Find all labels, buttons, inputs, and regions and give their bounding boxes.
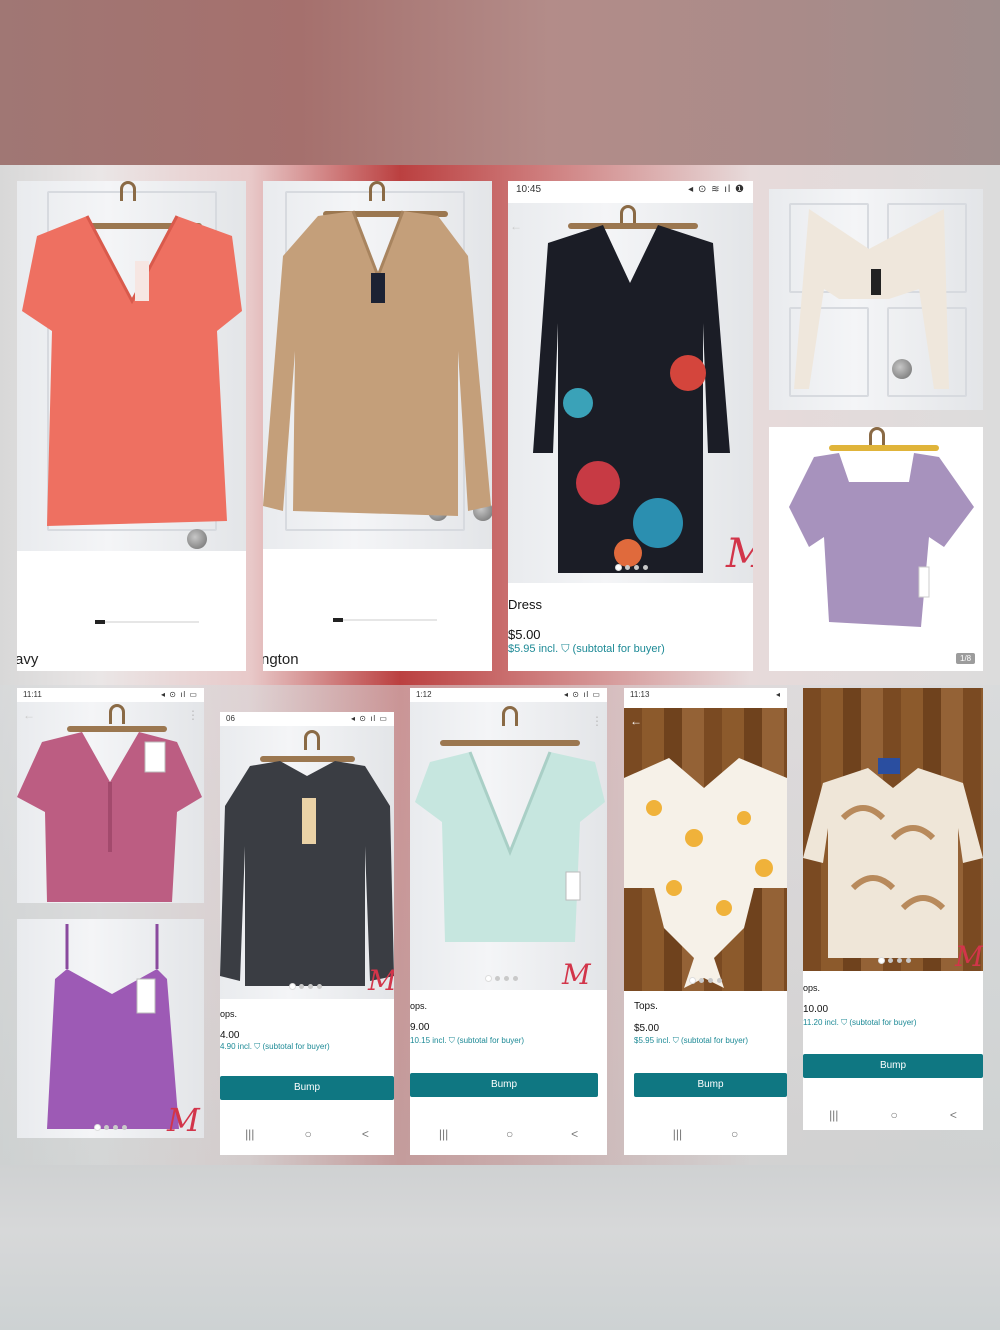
buyer-subtotal: $5.95 incl. ⛉ (subtotal for buyer) <box>508 643 665 655</box>
recents-icon[interactable]: ||| <box>673 1127 682 1141</box>
listing-card-black-sweater[interactable]: 06 ◂ ⊙ ıl ▭ M ops. 4.00 4.90 incl. ⛉ (su… <box>220 712 394 1155</box>
recents-icon[interactable]: ||| <box>829 1108 838 1122</box>
listing-caption: ngton <box>263 651 299 668</box>
recents-icon[interactable]: ||| <box>439 1127 448 1141</box>
home-icon[interactable]: ○ <box>506 1127 513 1141</box>
status-bar: 11:13 ◂ <box>624 688 787 702</box>
listing-photo[interactable] <box>17 181 246 551</box>
coral-blouse-image <box>22 215 242 526</box>
bump-button[interactable]: Bump <box>803 1054 983 1078</box>
image-progress-bar <box>95 620 199 624</box>
pink-ruched-top-image <box>17 732 202 902</box>
shield-check-icon: ⛉ <box>561 643 570 655</box>
listing-title: ops. <box>410 1001 428 1011</box>
leaf-print-top-image <box>803 758 983 958</box>
listing-price: 10.00 <box>803 1004 829 1015</box>
listing-price: 4.00 <box>220 1030 240 1041</box>
listing-card-cream-crop[interactable] <box>769 189 983 410</box>
shield-check-icon: ⛉ <box>672 1036 679 1045</box>
image-pagination-dots <box>290 984 322 989</box>
image-pagination-dots <box>486 976 518 981</box>
lavender-top-image <box>789 453 974 627</box>
buyer-subtotal: 4.90 incl. ⛉ (subtotal for buyer) <box>220 1042 330 1051</box>
image-pagination-dots <box>95 1125 127 1130</box>
top-blur-band <box>0 0 1000 165</box>
listing-caption: avy <box>17 651 39 668</box>
listing-card-floral-top[interactable]: 11:13 ◂ ← Tops. $5.00 $5.95 incl. ⛉ (sub… <box>624 688 787 1155</box>
home-icon[interactable]: ○ <box>891 1108 898 1122</box>
cream-crop-top-image <box>794 209 949 389</box>
status-bar: 1:12 ◂ ⊙ ıl ▭ <box>410 688 607 702</box>
listing-price: $5.00 <box>634 1023 660 1034</box>
nav-back-icon[interactable]: < <box>950 1108 957 1122</box>
listing-title: ops. <box>220 1009 238 1019</box>
listing-photo[interactable] <box>769 189 983 410</box>
watermark-initial: M <box>167 1101 200 1138</box>
watermark-initial: M <box>368 964 394 997</box>
image-pagination-dots <box>616 565 648 570</box>
buyer-subtotal: $5.95 incl. ⛉ (subtotal for buyer) <box>634 1036 749 1045</box>
status-bar: 06 ◂ ⊙ ıl ▭ <box>220 712 394 726</box>
listing-photo[interactable]: ← ⋮ <box>17 702 204 903</box>
listing-card-leaf-top[interactable]: M ops. 10.00 11.20 incl. ⛉ (subtotal for… <box>803 688 983 1130</box>
listing-card-tan-sweater[interactable]: ngton <box>263 181 492 671</box>
status-bar: 10:45 ◂ ⊙ ≋ ıl ❶ <box>508 181 753 201</box>
listing-price: 9.00 <box>410 1022 430 1033</box>
home-icon[interactable]: ○ <box>731 1127 738 1141</box>
android-nav-bar: ||| ○ < <box>410 1127 607 1141</box>
android-nav-bar: ||| ○ < <box>803 1108 983 1122</box>
listing-photo[interactable]: M <box>220 726 394 999</box>
listing-photo[interactable]: ← M <box>508 203 753 583</box>
status-bar: 11:11 ◂ ⊙ ıl ▭ <box>17 688 204 702</box>
tan-sweater-image <box>263 210 491 516</box>
watermark-initial: M <box>562 958 591 990</box>
buyer-subtotal: 10.15 incl. ⛉ (subtotal for buyer) <box>410 1036 525 1045</box>
home-icon[interactable]: ○ <box>305 1127 312 1141</box>
image-counter: 1/8 <box>956 653 976 664</box>
watermark-initial: M <box>955 940 983 971</box>
listing-card-purple-cami[interactable]: M <box>17 919 204 1138</box>
listing-photo[interactable]: ← <box>624 708 787 991</box>
listing-card-coral-top[interactable]: avy <box>17 181 246 671</box>
listing-photo[interactable]: M <box>17 919 204 1138</box>
image-pagination-dots <box>879 958 911 963</box>
listing-card-pink-crop[interactable]: 11:11 ◂ ⊙ ıl ▭ ← ⋮ <box>17 688 204 903</box>
listing-card-mint-top[interactable]: 1:12 ◂ ⊙ ıl ▭ ⋮ M ops. 9.00 10.15 incl. … <box>410 688 607 1155</box>
black-knit-sweater-image <box>220 761 394 986</box>
shield-check-icon: ⛉ <box>254 1042 261 1051</box>
image-pagination-dots <box>690 978 722 983</box>
listing-photo[interactable]: M <box>803 688 983 971</box>
listing-photo[interactable] <box>263 181 492 549</box>
bump-button[interactable]: Bump <box>220 1076 394 1100</box>
listing-photo[interactable]: 1/8 <box>769 427 983 671</box>
buyer-subtotal: 11.20 incl. ⛉ (subtotal for buyer) <box>803 1018 917 1027</box>
listing-title: Tops. <box>634 1001 658 1012</box>
shield-check-icon: ⛉ <box>841 1018 848 1027</box>
bottom-blur-band <box>0 1165 1000 1330</box>
bump-button[interactable]: Bump <box>634 1073 787 1097</box>
nav-back-icon[interactable]: < <box>571 1127 578 1141</box>
listing-card-purple-top[interactable]: 1/8 <box>769 427 983 671</box>
nav-back-icon[interactable]: < <box>362 1127 369 1141</box>
image-progress-bar <box>333 618 437 622</box>
shield-check-icon: ⛉ <box>448 1036 455 1045</box>
paisley-dress-image <box>533 225 730 573</box>
mint-v-neck-top-image <box>415 751 605 942</box>
listing-title: Dress <box>508 597 542 612</box>
bump-button[interactable]: Bump <box>410 1073 598 1097</box>
listing-photo[interactable]: ⋮ M <box>410 702 607 990</box>
android-nav-bar: ||| ○ <box>624 1127 787 1141</box>
listing-price: $5.00 <box>508 627 541 642</box>
yellow-floral-tie-top-image <box>624 758 787 988</box>
recents-icon[interactable]: ||| <box>245 1127 254 1141</box>
watermark-initial: M <box>726 531 753 577</box>
android-nav-bar: ||| ○ < <box>220 1127 394 1141</box>
listing-title: ops. <box>803 983 821 993</box>
listing-card-dress[interactable]: 10:45 ◂ ⊙ ≋ ıl ❶ ← M Dress $5.00 $5.95 i… <box>508 181 753 671</box>
